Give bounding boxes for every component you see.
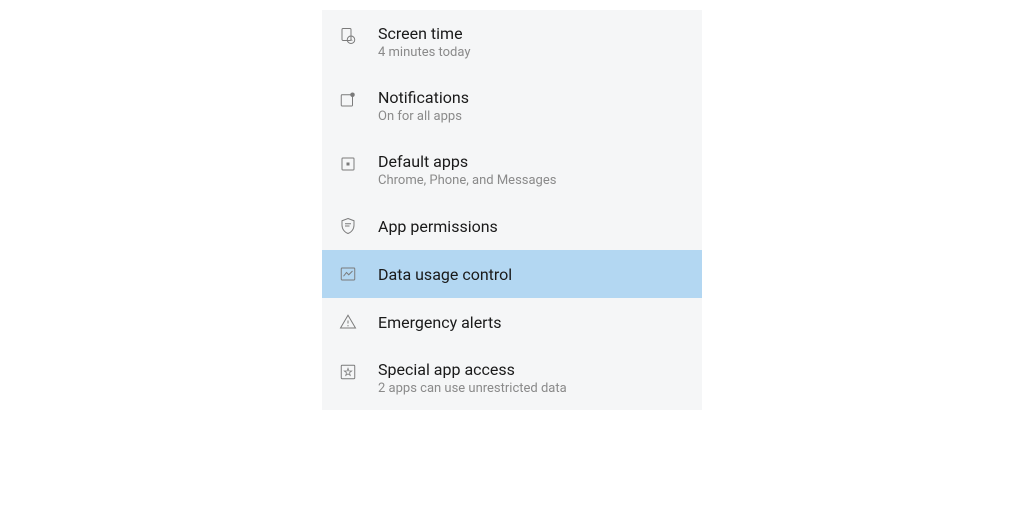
settings-item-title: App permissions: [378, 217, 498, 236]
alert-icon: [338, 312, 358, 332]
settings-item-subtitle: Chrome, Phone, and Messages: [378, 173, 556, 188]
chart-icon: [338, 264, 358, 284]
settings-item-subtitle: 2 apps can use unrestricted data: [378, 381, 567, 396]
star-icon: [338, 362, 358, 382]
settings-item-notifications[interactable]: Notifications On for all apps: [322, 74, 702, 138]
default-apps-icon: [338, 154, 358, 174]
settings-item-title: Special app access: [378, 360, 567, 379]
settings-item-screen-time[interactable]: Screen time 4 minutes today: [322, 10, 702, 74]
settings-panel: Screen time 4 minutes today Notification…: [322, 10, 702, 410]
clock-icon: [338, 26, 358, 46]
settings-item-data-usage-control[interactable]: Data usage control: [322, 250, 702, 298]
settings-item-subtitle: On for all apps: [378, 109, 469, 124]
settings-item-title: Emergency alerts: [378, 313, 501, 332]
settings-item-subtitle: 4 minutes today: [378, 45, 471, 60]
settings-item-title: Data usage control: [378, 265, 512, 284]
shield-icon: [338, 216, 358, 236]
settings-item-default-apps[interactable]: Default apps Chrome, Phone, and Messages: [322, 138, 702, 202]
settings-item-title: Default apps: [378, 152, 556, 171]
settings-item-app-permissions[interactable]: App permissions: [322, 202, 702, 250]
settings-item-title: Notifications: [378, 88, 469, 107]
settings-item-title: Screen time: [378, 24, 471, 43]
notification-icon: [338, 90, 358, 110]
settings-item-emergency-alerts[interactable]: Emergency alerts: [322, 298, 702, 346]
settings-item-special-app-access[interactable]: Special app access 2 apps can use unrest…: [322, 346, 702, 410]
